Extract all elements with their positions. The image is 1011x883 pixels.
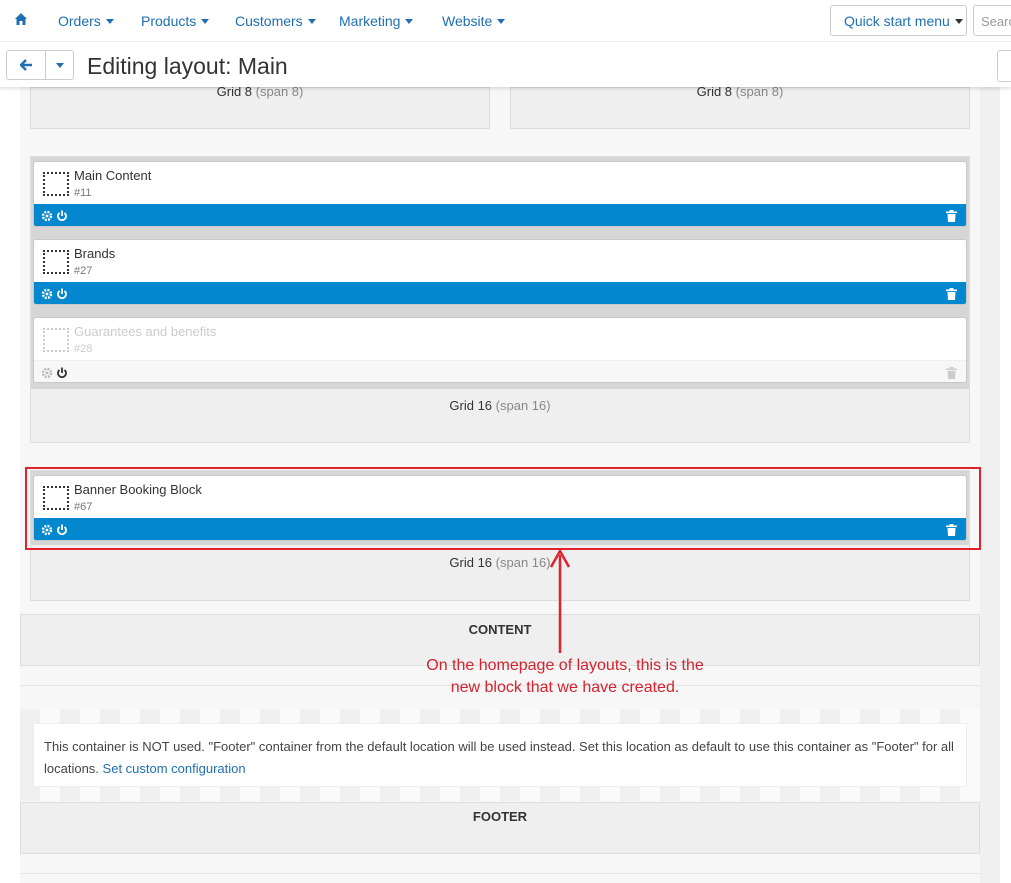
gear-icon[interactable] (41, 288, 53, 300)
nav-products[interactable]: Products (141, 13, 210, 29)
chevron-down-icon (56, 63, 64, 68)
chevron-down-icon (954, 19, 963, 24)
block-brands[interactable]: Brands #27 (33, 239, 967, 305)
block-name: Main Content (74, 168, 152, 183)
page-title: Editing layout: Main (87, 53, 288, 79)
annotation-highlight-box (25, 467, 981, 550)
trash-icon[interactable] (946, 288, 957, 300)
arrow-left-icon (20, 59, 32, 71)
block-toolbar (34, 204, 966, 226)
gear-icon[interactable] (41, 210, 53, 222)
trash-icon[interactable] (946, 210, 957, 222)
block-name: Brands (74, 246, 116, 261)
grid-8-right[interactable]: Grid 8 (span 8) (510, 84, 970, 129)
nav-marketing[interactable]: Marketing (339, 13, 414, 29)
footer-container[interactable]: FOOTER (20, 802, 980, 854)
chevron-down-icon (201, 19, 210, 24)
annotation-arrow-icon (549, 548, 571, 653)
page-header: Editing layout: Main (0, 43, 1011, 87)
annotation-line: On the homepage of layouts, this is the (426, 657, 704, 674)
block-id: #27 (74, 265, 93, 277)
scroll-track (980, 87, 1000, 883)
divider (20, 873, 980, 874)
footer-notice: This container is NOT used. "Footer" con… (33, 723, 967, 787)
block-id: #28 (74, 343, 93, 355)
annotation-text: On the homepage of layouts, this is the … (390, 655, 740, 699)
chevron-down-icon (497, 19, 506, 24)
block-name: Guarantees and benefits (74, 324, 217, 339)
grid-label: Grid 16 (span 16) (449, 555, 551, 570)
chevron-down-icon (307, 19, 316, 24)
gear-icon[interactable] (41, 367, 53, 379)
settings-button[interactable] (997, 50, 1011, 82)
block-toolbar (34, 360, 966, 382)
block-guarantees-and-benefits[interactable]: Guarantees and benefits #28 (33, 317, 967, 383)
annotation-line: new block that we have created. (450, 679, 680, 696)
block-toolbar (34, 282, 966, 304)
block-id: #11 (74, 187, 92, 199)
block-icon (43, 250, 69, 274)
search-input[interactable]: Search (973, 5, 1011, 36)
power-icon[interactable] (56, 367, 68, 379)
section-label: FOOTER (472, 809, 528, 824)
trash-icon[interactable] (946, 367, 957, 379)
back-button[interactable] (6, 50, 46, 80)
power-icon[interactable] (56, 210, 68, 222)
section-label: CONTENT (468, 622, 532, 637)
nav-orders[interactable]: Orders (58, 13, 114, 29)
quick-start-menu-button[interactable]: Quick start menu (830, 5, 967, 36)
grid-label: Grid 16 (span 16) (449, 398, 551, 413)
top-navbar: Orders Products Customers Marketing Webs… (0, 0, 1011, 42)
power-icon[interactable] (56, 288, 68, 300)
block-icon (43, 328, 69, 352)
back-dropdown-button[interactable] (45, 50, 74, 80)
chevron-down-icon (405, 19, 414, 24)
nav-customers[interactable]: Customers (235, 13, 316, 29)
home-icon[interactable] (14, 12, 28, 26)
grid-8-left[interactable]: Grid 8 (span 8) (30, 84, 490, 129)
block-main-content[interactable]: Main Content #11 (33, 161, 967, 227)
block-icon (43, 172, 69, 196)
nav-website[interactable]: Website (442, 13, 506, 29)
chevron-down-icon (105, 19, 114, 24)
set-custom-configuration-link[interactable]: Set custom configuration (103, 761, 246, 776)
